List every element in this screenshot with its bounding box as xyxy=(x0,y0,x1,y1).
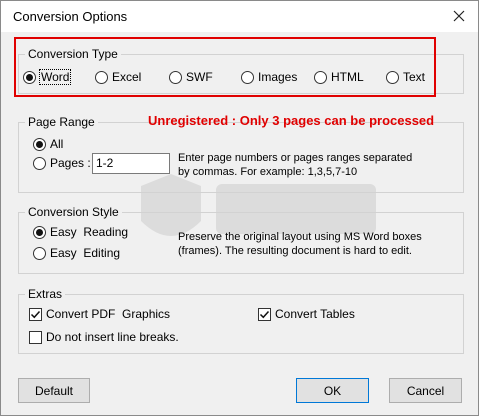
radio-text[interactable]: Text xyxy=(386,70,425,84)
radio-easy-reading[interactable]: Easy Reading xyxy=(33,225,128,239)
convert-pdf-graphics-label[interactable]: Convert PDF Graphics xyxy=(46,307,170,321)
convert-tables-label[interactable]: Convert Tables xyxy=(275,307,355,321)
radio-word[interactable]: Word xyxy=(23,69,72,85)
radio-html-button[interactable] xyxy=(314,70,327,84)
radio-text-label[interactable]: Text xyxy=(403,70,425,84)
radio-text-button[interactable] xyxy=(386,70,399,84)
ok-button[interactable]: OK xyxy=(296,378,369,403)
radio-all-pages-label[interactable]: All xyxy=(50,137,63,151)
pages-input[interactable]: 1-2 xyxy=(92,153,170,174)
conversion-style-note-line2: (frames). The resulting document is hard… xyxy=(178,245,412,257)
radio-html-label[interactable]: HTML xyxy=(331,70,364,84)
conversion-style-note: Preserve the original layout using MS Wo… xyxy=(178,230,422,258)
radio-swf[interactable]: SWF xyxy=(169,70,213,84)
check-icon xyxy=(259,310,270,318)
radio-pages-button[interactable] xyxy=(33,156,46,170)
radio-word-label[interactable]: Word xyxy=(38,69,72,85)
close-button[interactable] xyxy=(446,4,472,28)
radio-excel[interactable]: Excel xyxy=(95,70,141,84)
no-line-breaks-checkbox[interactable] xyxy=(29,330,42,344)
radio-easy-reading-label[interactable]: Easy Reading xyxy=(50,225,128,239)
radio-all-pages[interactable]: All xyxy=(33,137,63,151)
check-convert-tables[interactable]: Convert Tables xyxy=(258,307,355,321)
page-range-note-line2: by commas. For example: 1,3,5,7-10 xyxy=(178,166,358,178)
check-no-line-breaks[interactable]: Do not insert line breaks. xyxy=(29,330,179,344)
radio-easy-editing-label[interactable]: Easy Editing xyxy=(50,246,120,260)
radio-swf-label[interactable]: SWF xyxy=(186,70,213,84)
close-icon xyxy=(453,10,465,22)
radio-all-pages-button[interactable] xyxy=(33,137,46,151)
radio-word-button[interactable] xyxy=(23,70,36,84)
radio-excel-label[interactable]: Excel xyxy=(112,70,141,84)
no-line-breaks-label[interactable]: Do not insert line breaks. xyxy=(46,330,179,344)
radio-html[interactable]: HTML xyxy=(314,70,364,84)
window-title: Conversion Options xyxy=(13,9,128,24)
convert-tables-checkbox[interactable] xyxy=(258,307,271,321)
page-range-title: Page Range xyxy=(25,115,98,129)
title-bar[interactable]: Conversion Options xyxy=(1,1,478,32)
radio-pages[interactable]: Pages : xyxy=(33,156,91,170)
radio-easy-reading-button[interactable] xyxy=(33,225,46,239)
conversion-type-highlight xyxy=(14,37,436,97)
radio-images[interactable]: Images xyxy=(241,70,297,84)
default-button[interactable]: Default xyxy=(18,378,90,403)
convert-pdf-graphics-checkbox[interactable] xyxy=(29,307,42,321)
conversion-style-title: Conversion Style xyxy=(25,205,122,219)
radio-images-button[interactable] xyxy=(241,70,254,84)
page-range-note-line1: Enter page numbers or pages ranges separ… xyxy=(178,152,413,164)
check-convert-pdf-graphics[interactable]: Convert PDF Graphics xyxy=(29,307,170,321)
radio-images-label[interactable]: Images xyxy=(258,70,297,84)
unregistered-warning: Unregistered : Only 3 pages can be proce… xyxy=(148,113,435,128)
radio-pages-label[interactable]: Pages : xyxy=(50,156,91,170)
cancel-button[interactable]: Cancel xyxy=(389,378,462,403)
conversion-options-dialog: Conversion Options Conversion Type Word … xyxy=(0,0,479,416)
radio-excel-button[interactable] xyxy=(95,70,108,84)
conversion-style-note-line1: Preserve the original layout using MS Wo… xyxy=(178,231,422,243)
radio-easy-editing[interactable]: Easy Editing xyxy=(33,246,120,260)
extras-title: Extras xyxy=(25,287,66,301)
page-range-note: Enter page numbers or pages ranges separ… xyxy=(178,151,412,179)
radio-swf-button[interactable] xyxy=(169,70,182,84)
check-icon xyxy=(30,310,41,318)
extras-group: Extras xyxy=(18,287,464,354)
radio-easy-editing-button[interactable] xyxy=(33,246,46,260)
